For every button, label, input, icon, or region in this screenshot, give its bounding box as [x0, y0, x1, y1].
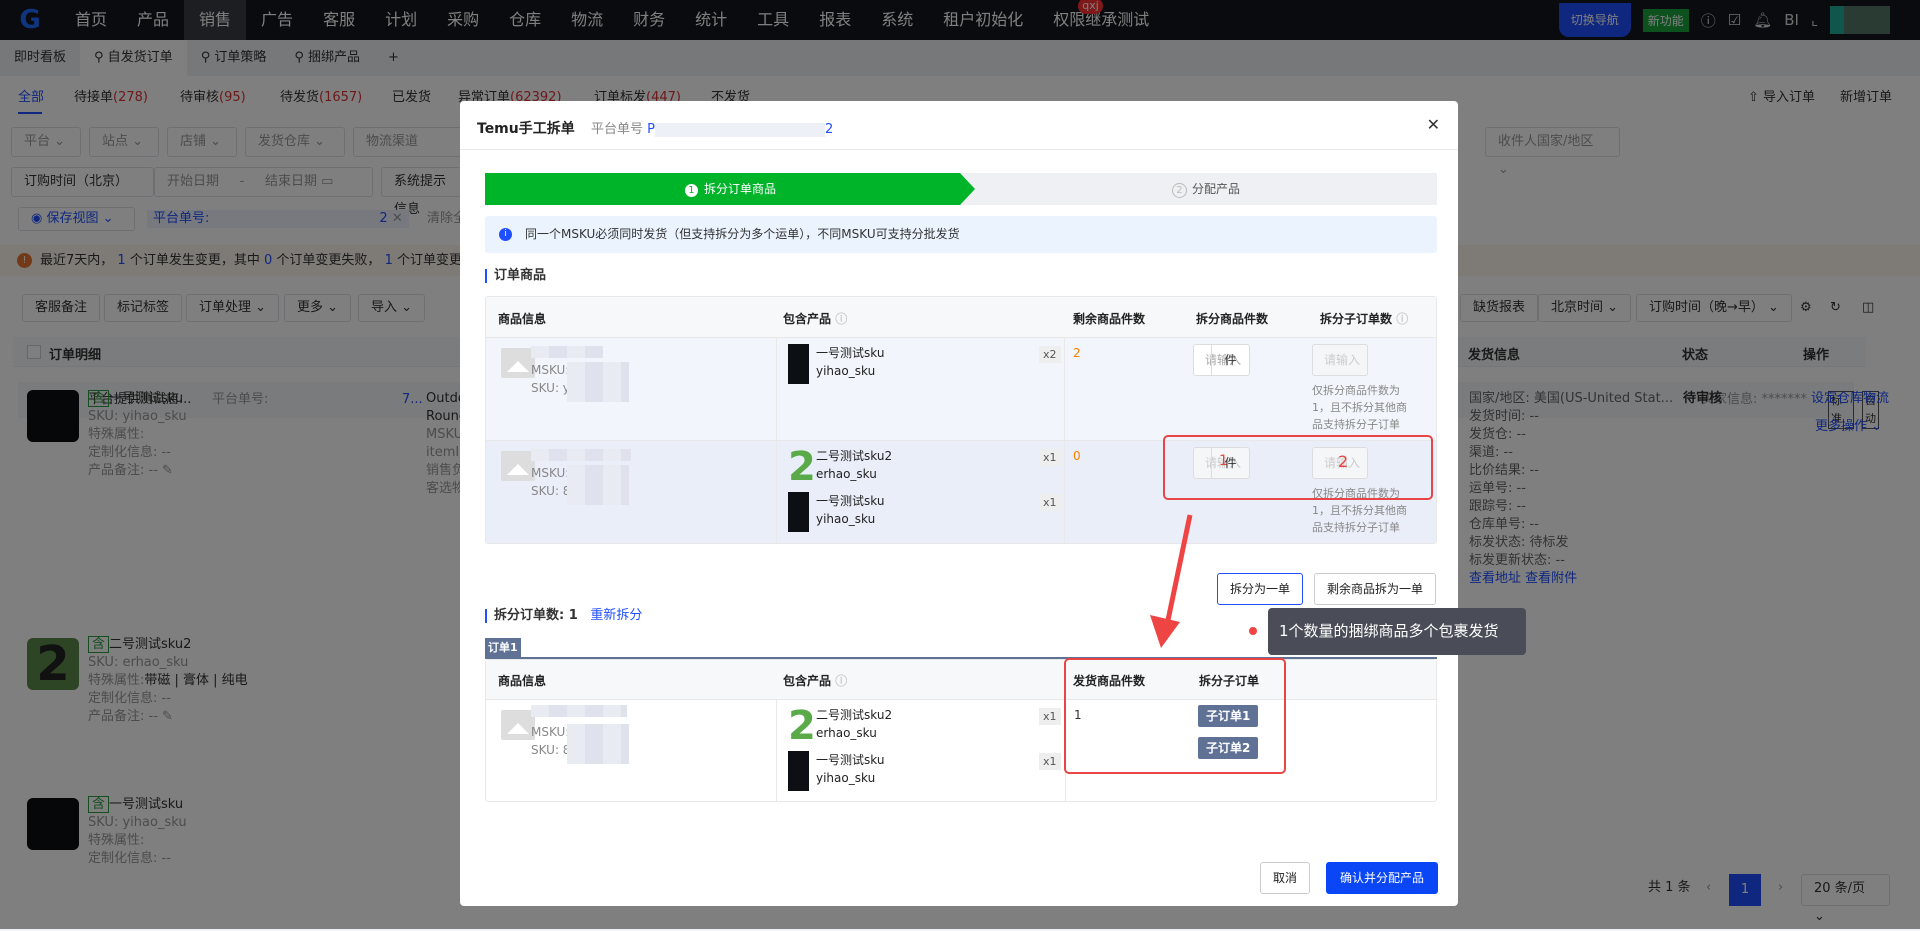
split-count: 拆分订单数: 1 重新拆分	[485, 609, 642, 623]
help-icon[interactable]: ⓘ	[1396, 312, 1408, 326]
product-name: 二号测试sku2 erhao_sku	[816, 708, 893, 740]
product-qty: x1	[1039, 494, 1061, 511]
image-placeholder-icon	[501, 348, 535, 378]
col-sub-orders: 拆分子订单数 ⓘ	[1320, 312, 1409, 326]
step-2: 2 分配产品	[975, 173, 1437, 205]
section-order-items: 订单商品	[485, 269, 546, 283]
annotation-box	[1163, 435, 1433, 500]
product-qty: x2	[1039, 346, 1061, 363]
resplit-link[interactable]: 重新拆分	[590, 608, 642, 623]
msku-label: MSKU:	[531, 725, 570, 739]
blurred-title	[531, 346, 603, 358]
order-items-table: 商品信息 包含产品 ⓘ 剩余商品件数 拆分商品件数 拆分子订单数 ⓘ MSKU:…	[485, 296, 1437, 544]
confirm-button[interactable]: 确认并分配产品	[1326, 862, 1439, 894]
table-row: MSKU: SKU: 8 2 二号测试sku2 erhao_sku x1 一号测试…	[486, 699, 1436, 801]
sku-label: SKU: 8	[531, 743, 571, 757]
product-qty: x1	[1039, 753, 1061, 770]
steps: 1 拆分订单商品 2 分配产品	[485, 173, 1437, 205]
product-thumbnail	[788, 492, 809, 532]
product-name: 一号测试sku yihao_sku	[816, 346, 885, 378]
split-order-table: 商品信息 包含产品 ⓘ 发货商品件数 拆分子订单 MSKU: SKU: 8 2 …	[485, 659, 1437, 802]
sku-label: SKU: y	[531, 381, 570, 395]
msku-label: MSKU:	[531, 466, 570, 480]
product-name: 一号测试sku yihao_sku	[816, 494, 885, 526]
image-placeholder-icon	[501, 451, 535, 481]
blurred-title	[531, 449, 631, 461]
col-split-qty: 拆分商品件数	[1196, 312, 1269, 326]
split-as-one-button[interactable]: 拆分为一单	[1217, 573, 1304, 605]
remaining-qty: 0	[1073, 449, 1081, 463]
platform-no-label: 平台单号 P2	[591, 122, 834, 137]
order-tab-1[interactable]: 订单1	[485, 638, 521, 657]
product-name: 二号测试sku2 erhao_sku	[816, 449, 893, 481]
info-icon: i	[499, 228, 512, 241]
cancel-button[interactable]: 取消	[1260, 862, 1311, 894]
remaining-qty: 2	[1073, 346, 1081, 360]
table-row: MSKU: SKU: y 一号测试sku yihao_sku x2 2 请输入件 …	[486, 337, 1436, 440]
annotation-tooltip: 1个数量的捆绑商品多个包裹发货	[1268, 608, 1526, 655]
split-order-modal: Temu手工拆单 平台单号 P2 ✕ 1 拆分订单商品 2 分配产品 i 同一个MSK…	[460, 101, 1458, 906]
modal-title: Temu手工拆单	[477, 121, 575, 137]
col-product-info: 商品信息	[498, 312, 547, 326]
step-1: 1 拆分订单商品	[485, 173, 975, 205]
divider	[460, 149, 1458, 150]
col-remaining: 剩余商品件数	[1073, 312, 1146, 326]
annotation-box	[1064, 658, 1286, 774]
image-placeholder-icon	[501, 710, 535, 740]
product-thumbnail	[788, 344, 809, 384]
product-thumbnail: 2	[788, 444, 816, 490]
table-header	[486, 660, 1436, 699]
product-qty: x1	[1039, 708, 1061, 725]
blurred-title	[531, 705, 627, 717]
product-name: 一号测试sku yihao_sku	[816, 753, 885, 785]
split-remaining-button[interactable]: 剩余商品拆为一单	[1314, 573, 1437, 605]
product-qty: x1	[1039, 449, 1061, 466]
col-includes: 包含产品 ⓘ	[783, 674, 848, 688]
close-icon[interactable]: ✕	[1427, 115, 1440, 134]
product-thumbnail: 2	[788, 703, 816, 749]
hint-text: 仅拆分商品件数为1，且不拆分其他商品支持拆分子订单	[1312, 384, 1407, 431]
help-icon[interactable]: ⓘ	[835, 674, 847, 688]
help-icon[interactable]: ⓘ	[835, 312, 847, 326]
info-banner: i 同一个MSKU必须同时发货（但支持拆分为多个运单），不同MSKU可支持分批发货	[485, 216, 1437, 253]
sub-order-count-input[interactable]: 请输入	[1312, 344, 1368, 376]
col-includes: 包含产品 ⓘ	[783, 312, 848, 326]
table-header	[486, 297, 1436, 337]
unit-label: 件	[1211, 345, 1249, 375]
col-product-info: 商品信息	[498, 674, 547, 688]
sku-label: SKU: 8	[531, 484, 571, 498]
product-thumbnail	[788, 751, 809, 791]
msku-label: MSKU:	[531, 363, 570, 377]
split-qty-input[interactable]: 请输入件	[1193, 344, 1250, 376]
